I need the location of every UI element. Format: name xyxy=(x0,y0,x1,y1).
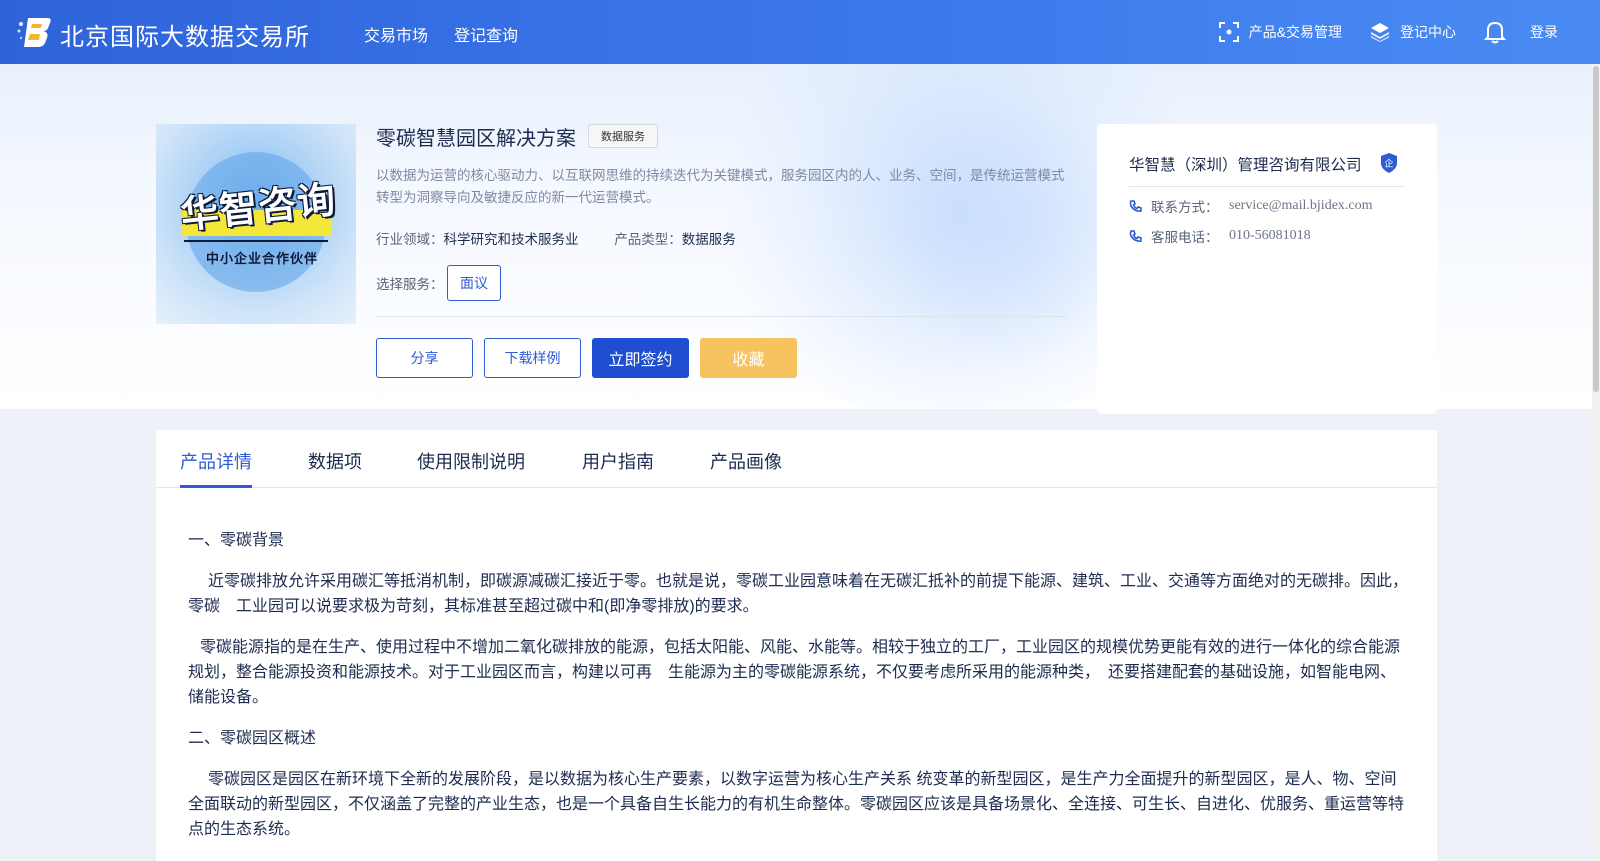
product-description: 以数据为运营的核心驱动力、以互联网思维的持续迭代为关键模式，服务园区内的人、业务… xyxy=(376,168,1065,205)
section-heading: 一、零碳背景 xyxy=(188,532,285,549)
brand-name[interactable]: 北京国际大数据交易所 xyxy=(60,17,310,52)
register-center-link[interactable]: 登记中心 xyxy=(1370,22,1456,42)
type-value: 数据服务 xyxy=(681,232,736,247)
register-center-label: 登记中心 xyxy=(1400,24,1456,40)
nav-trading-market[interactable]: 交易市场 xyxy=(364,22,428,46)
tab-usage-restrictions[interactable]: 使用限制说明 xyxy=(417,448,525,474)
product-tag: 数据服务 xyxy=(588,124,658,148)
bell-icon[interactable] xyxy=(1484,20,1506,44)
tab-product-profile[interactable]: 产品画像 xyxy=(710,448,782,474)
product-title: 零碳智慧园区解决方案 xyxy=(376,128,576,150)
company-contact-row: 联系方式： service@mail.bjidex.com xyxy=(1129,196,1373,216)
industry-value: 科学研究和技术服务业 xyxy=(443,232,579,247)
paragraph: 零碳能源指的是在生产、使用过程中不增加二氧化碳排放的能源，包括太阳能、风能、水能… xyxy=(188,639,1401,706)
hero-divider xyxy=(376,316,1066,317)
company-card: 华智慧（深圳）管理咨询有限公司 企 联系方式： service@mail.bji… xyxy=(1097,124,1437,414)
industry-label: 行业领域： xyxy=(376,232,444,247)
contact-label: 联系方式： xyxy=(1151,200,1219,215)
product-meta: 行业领域：科学研究和技术服务业 产品类型：数据服务 xyxy=(376,228,736,248)
product-trade-mgmt-label: 产品&交易管理 xyxy=(1248,24,1342,40)
header-right: 产品&交易管理 登记中心 登录 xyxy=(1218,0,1600,64)
active-tab-indicator xyxy=(180,485,252,488)
paragraph: 零碳园区是园区在新环境下全新的发展阶段，是以数据为核心生产要素，以数字运营为核心… xyxy=(188,771,1405,838)
bjidex-logo-icon[interactable] xyxy=(16,14,52,48)
company-name[interactable]: 华智慧（深圳）管理咨询有限公司 xyxy=(1129,153,1362,175)
page-scrollbar-thumb[interactable] xyxy=(1593,66,1599,392)
section-heading: 二、零碳园区概述 xyxy=(188,730,317,747)
product-image-subtitle: 中小企业合作伙伴 xyxy=(206,251,319,266)
tab-product-details[interactable]: 产品详情 xyxy=(180,448,252,474)
tab-user-guide[interactable]: 用户指南 xyxy=(582,448,654,474)
enterprise-badge-text: 企 xyxy=(1384,158,1393,170)
product-image: 华智咨询 中小企业合作伙伴 xyxy=(156,124,356,324)
detail-tabs: 产品详情 数据项 使用限制说明 用户指南 产品画像 xyxy=(156,430,1437,488)
contact-email[interactable]: service@mail.bjidex.com xyxy=(1229,198,1373,214)
sign-now-button[interactable]: 立即签约 xyxy=(592,338,689,378)
company-divider xyxy=(1129,186,1405,187)
phone-icon xyxy=(1129,230,1142,242)
product-trade-mgmt-link[interactable]: 产品&交易管理 xyxy=(1218,22,1342,42)
favorite-button[interactable]: 收藏 xyxy=(700,338,797,378)
phone-icon xyxy=(1129,200,1142,212)
nav-registration-query[interactable]: 登记查询 xyxy=(454,22,518,46)
tab-data-items[interactable]: 数据项 xyxy=(308,448,362,474)
product-detail-content: 一、零碳背景 近零碳排放允许采用碳汇等抵消机制，即碳源减碳汇接近于零。也就是说，… xyxy=(188,528,1408,858)
product-image-rule xyxy=(184,240,328,242)
paragraph: 近零碳排放允许采用碳汇等抵消机制，即碳源减碳汇接近于零。也就是说，零碳工业园意味… xyxy=(188,573,1409,615)
login-button[interactable]: 登录 xyxy=(1530,22,1558,42)
company-phone-row: 客服电话： 010-56081018 xyxy=(1129,226,1311,246)
layers-icon xyxy=(1371,23,1389,42)
type-label: 产品类型： xyxy=(614,232,682,247)
download-sample-button[interactable]: 下载样例 xyxy=(484,338,581,378)
product-detail-panel: 产品详情 数据项 使用限制说明 用户指南 产品画像 一、零碳背景 近零碳排放允许… xyxy=(156,430,1437,861)
phone-label: 客服电话： xyxy=(1151,230,1219,245)
service-label: 选择服务： xyxy=(376,277,444,292)
service-option-negotiable[interactable]: 面议 xyxy=(447,265,501,301)
share-button[interactable]: 分享 xyxy=(376,338,473,378)
scan-icon xyxy=(1218,22,1239,42)
enterprise-verified-badge-icon: 企 xyxy=(1381,153,1397,173)
top-header: 北京国际大数据交易所 交易市场 登记查询 产品&交易管理 登记中心 登录 xyxy=(0,0,1600,64)
phone-number: 010-56081018 xyxy=(1229,228,1311,243)
main-nav: 交易市场 登记查询 xyxy=(364,22,518,46)
